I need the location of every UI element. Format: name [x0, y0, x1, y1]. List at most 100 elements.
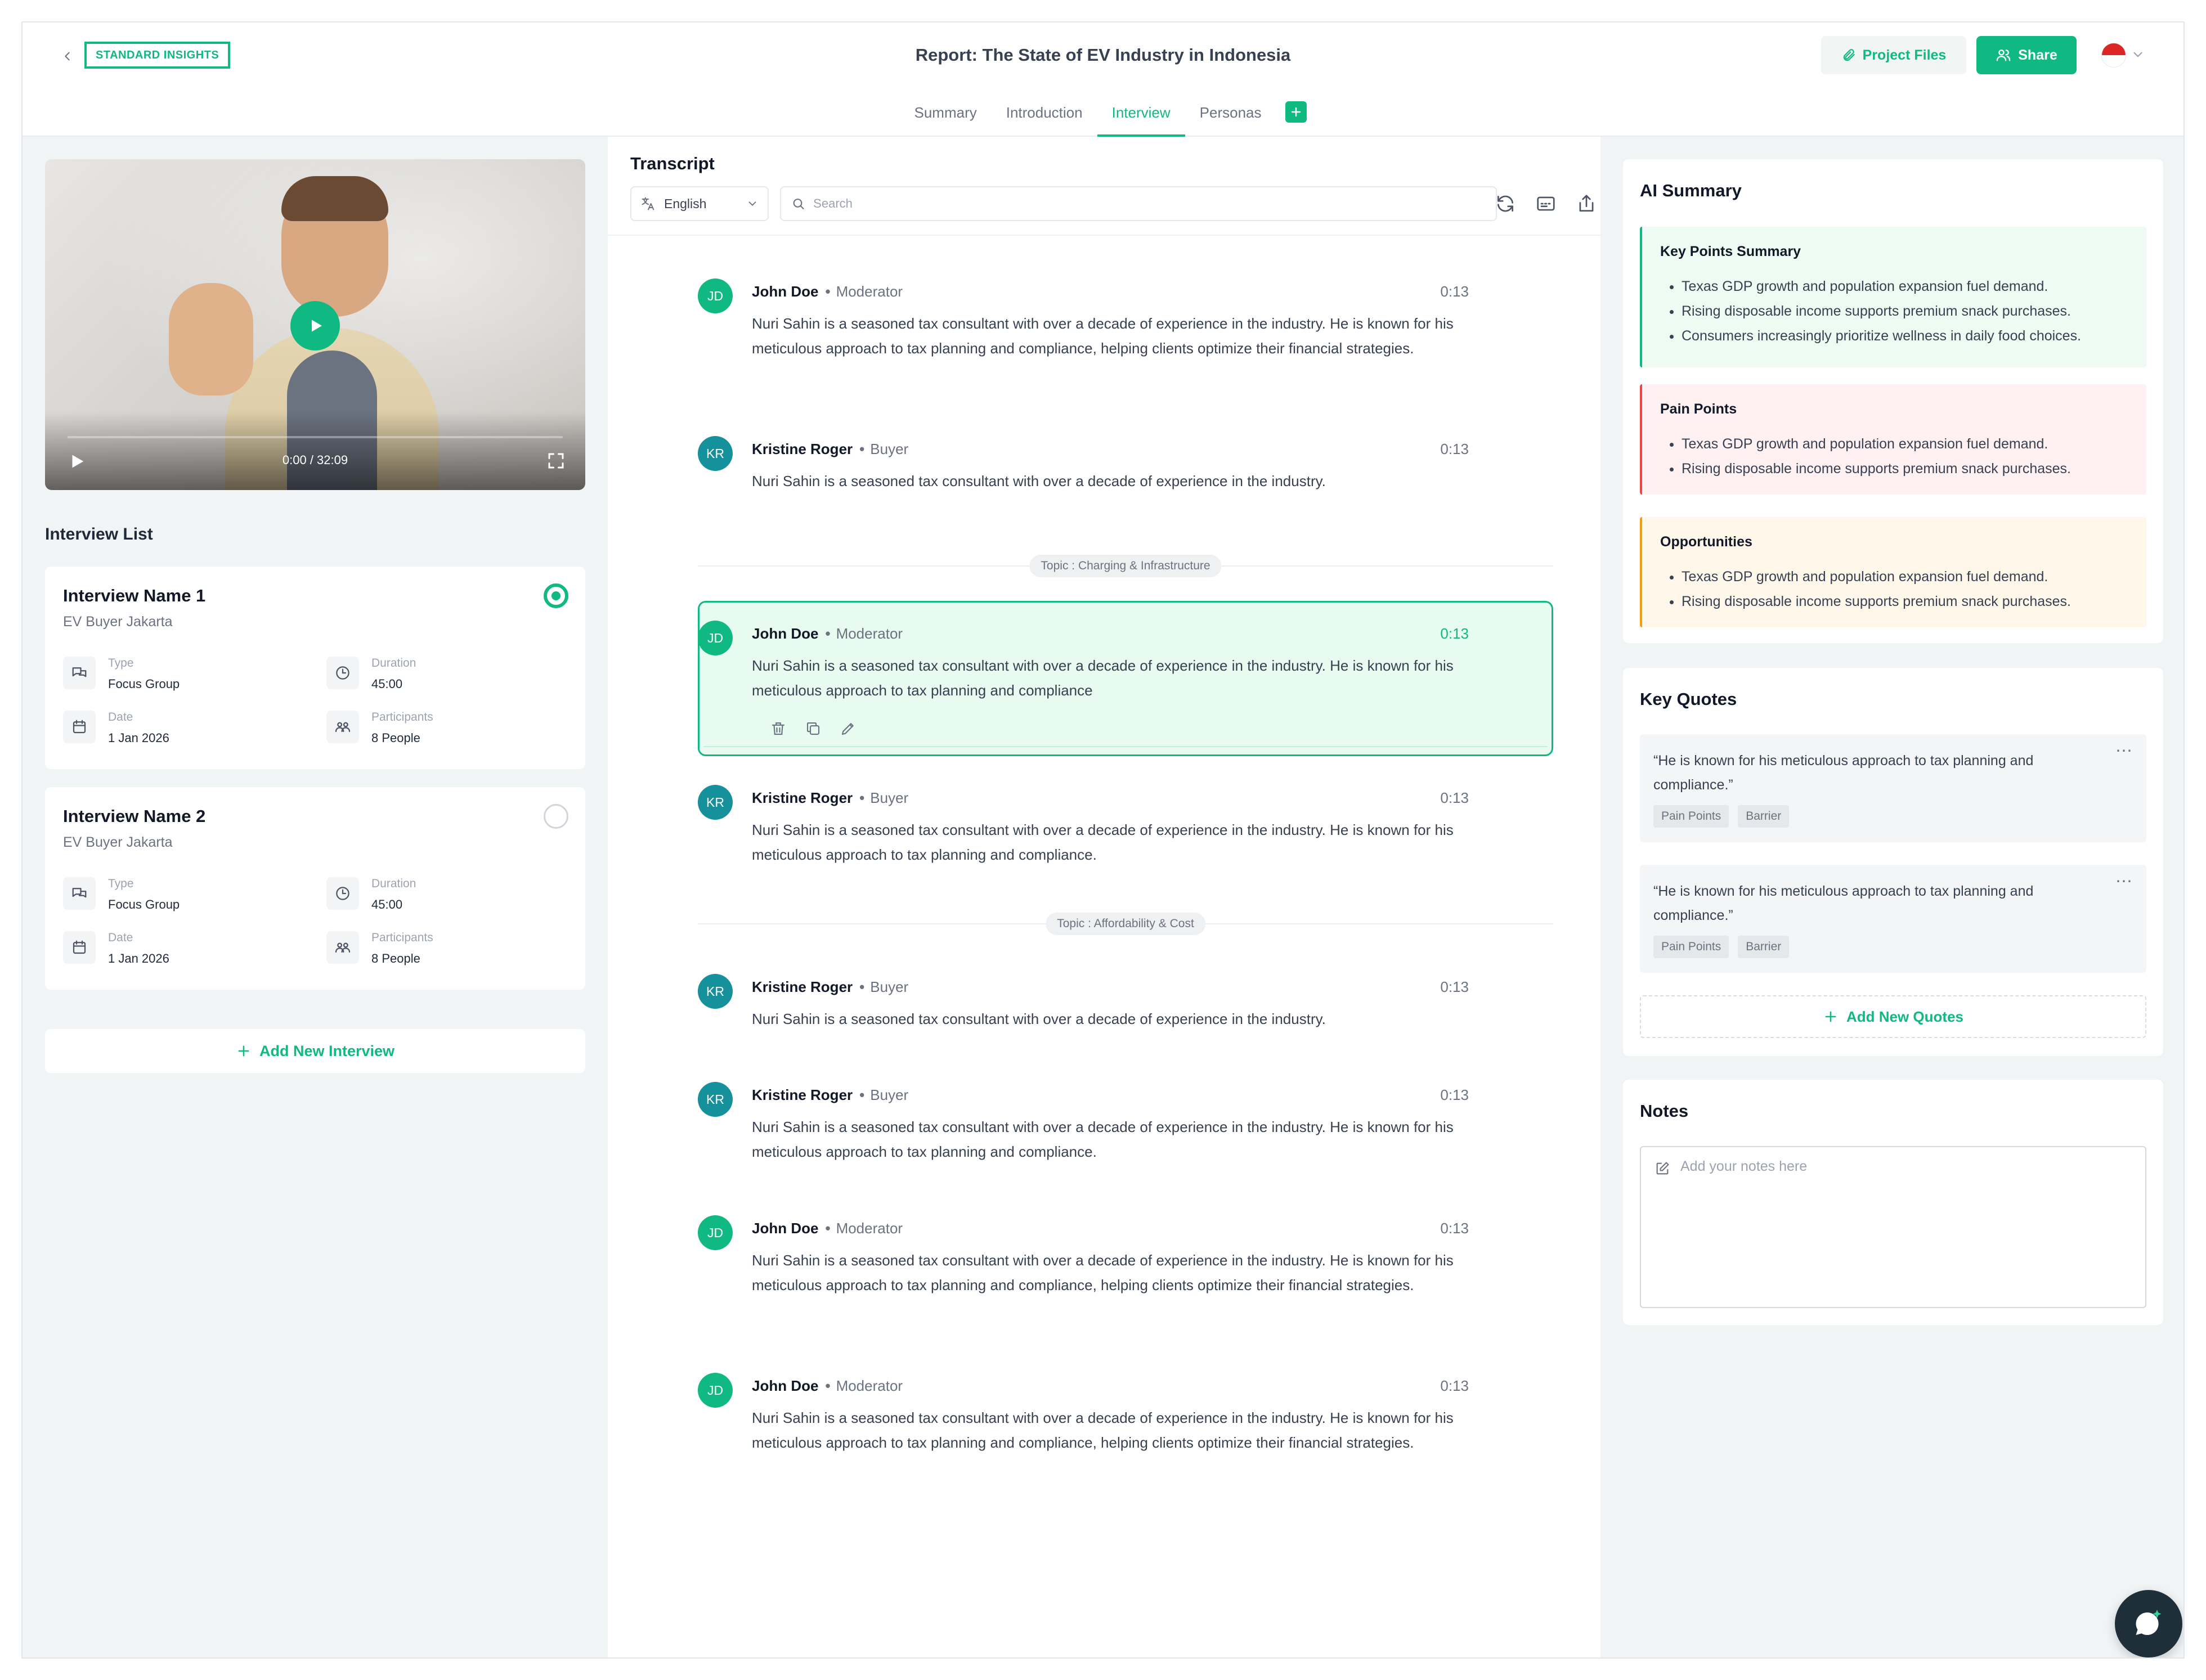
key-points-box: Key Points Summary Texas GDP growth and …: [1640, 227, 2146, 367]
video-frame-shape: [169, 283, 253, 396]
topic-label: Topic : Charging & Infrastructure: [1029, 555, 1222, 577]
speaker: John Doe • Moderator: [752, 283, 903, 300]
left-panel: 0:00 / 32:09 Interview List Interview Na…: [23, 137, 608, 1657]
tag[interactable]: Barrier: [1738, 936, 1790, 958]
copy-icon[interactable]: [805, 720, 822, 737]
tab-introduction[interactable]: Introduction: [992, 101, 1097, 137]
interview-subtitle: EV Buyer Jakarta: [63, 614, 173, 630]
quote-card[interactable]: “He is known for his meticulous approach…: [1640, 865, 2146, 973]
interview-card[interactable]: Interview Name 1 EV Buyer Jakarta Type Fo…: [45, 567, 585, 769]
speaker: Kristine Roger • Buyer: [752, 789, 908, 807]
key-points-title: Key Points Summary: [1660, 244, 1801, 259]
more-options-icon[interactable]: ⋯: [2115, 872, 2133, 891]
meta-label: Type: [108, 877, 134, 890]
list-item: Rising disposable income supports premiu…: [1682, 589, 2071, 614]
highlight-divider: [703, 746, 1548, 747]
notes-input[interactable]: [1680, 1158, 2131, 1293]
message-text: Nuri Sahin is a seasoned tax consultant …: [752, 657, 1454, 699]
meta-label: Participants: [371, 711, 433, 724]
pencil-icon[interactable]: [840, 720, 857, 737]
tag[interactable]: Pain Points: [1653, 936, 1729, 958]
speaker-name: John Doe: [752, 283, 819, 300]
project-files-button[interactable]: Project Files: [1821, 36, 1966, 74]
video-progress-bar[interactable]: [68, 436, 563, 438]
notes-field[interactable]: [1640, 1146, 2146, 1308]
meta-label: Duration: [371, 657, 416, 670]
trash-icon[interactable]: [770, 720, 787, 737]
meta-date: Date 1 Jan 2026: [63, 711, 169, 745]
speaker-role: Buyer: [870, 441, 909, 457]
chat-icon: [63, 657, 96, 689]
tab-summary[interactable]: Summary: [899, 101, 991, 137]
opportunities-title: Opportunities: [1660, 534, 1752, 550]
avatar: JD: [698, 1373, 733, 1408]
speaker-role: Moderator: [836, 283, 903, 300]
tab-personas[interactable]: Personas: [1185, 101, 1276, 137]
interview-card[interactable]: Interview Name 2 EV Buyer Jakarta Type Fo…: [45, 787, 585, 990]
meta-label: Duration: [371, 877, 416, 890]
timestamp[interactable]: 0:13: [1440, 1086, 1469, 1104]
separator-dot: •: [825, 283, 831, 300]
timestamp[interactable]: 0:13: [1440, 1220, 1469, 1237]
speaker-name: Kristine Roger: [752, 1086, 853, 1103]
transcript-title: Transcript: [630, 154, 715, 173]
toolbar-divider: [608, 235, 1600, 236]
speaker-name: John Doe: [752, 625, 819, 642]
tab-interview[interactable]: Interview: [1097, 101, 1185, 137]
quote-text: “He is known for his meticulous approach…: [1653, 753, 2034, 793]
add-interview-button[interactable]: Add New Interview: [45, 1029, 585, 1073]
share-button[interactable]: Share: [1976, 36, 2077, 74]
timestamp[interactable]: 0:13: [1440, 978, 1469, 996]
interview-select-radio[interactable]: [544, 804, 568, 829]
transcript-search[interactable]: [780, 186, 1497, 221]
ai-summary-title: AI Summary: [1640, 181, 1742, 200]
interview-select-radio[interactable]: [544, 583, 568, 608]
add-interview-label: Add New Interview: [259, 1042, 395, 1059]
speaker: Kristine Roger • Buyer: [752, 441, 908, 458]
timestamp[interactable]: 0:13: [1440, 283, 1469, 300]
speaker-role: Buyer: [870, 978, 909, 995]
timestamp[interactable]: 0:13: [1440, 625, 1469, 643]
list-item: Consumers increasingly prioritize wellne…: [1682, 324, 2081, 348]
chevron-down-icon[interactable]: [2131, 47, 2145, 62]
speaker-role: Moderator: [836, 1220, 903, 1237]
tag[interactable]: Barrier: [1738, 805, 1790, 828]
assistant-chat-button[interactable]: [2115, 1590, 2182, 1657]
search-input[interactable]: [813, 196, 1486, 211]
project-files-label: Project Files: [1862, 47, 1947, 63]
video-player[interactable]: 0:00 / 32:09: [45, 159, 585, 490]
tag[interactable]: Pain Points: [1653, 805, 1729, 828]
list-item: Rising disposable income supports premiu…: [1682, 299, 2081, 324]
edit-note-icon: [1656, 1162, 1669, 1175]
users-icon: [1997, 50, 2011, 61]
language-flag-button[interactable]: [2101, 43, 2126, 68]
list-item: Texas GDP growth and population expansio…: [1682, 564, 2071, 589]
fullscreen-icon[interactable]: [546, 451, 566, 471]
speaker-name: Kristine Roger: [752, 789, 853, 806]
export-icon[interactable]: [1576, 193, 1597, 214]
people-icon: [326, 711, 359, 743]
meta-value: 8 People: [371, 731, 420, 745]
key-quotes-panel: Key Quotes “He is known for his meticulo…: [1623, 668, 2163, 1056]
more-options-icon[interactable]: ⋯: [2115, 741, 2133, 761]
avatar: KR: [698, 1082, 733, 1117]
timestamp[interactable]: 0:13: [1440, 441, 1469, 458]
meta-type: Type Focus Group: [63, 657, 180, 691]
video-controls-gradient: [45, 411, 585, 490]
caption-icon[interactable]: [1535, 193, 1557, 214]
opportunities-box: Opportunities Texas GDP growth and popul…: [1640, 517, 2146, 627]
add-tab-button[interactable]: [1285, 101, 1307, 123]
add-quotes-button[interactable]: Add New Quotes: [1640, 995, 2146, 1038]
quote-card[interactable]: “He is known for his meticulous approach…: [1640, 734, 2146, 842]
speaker-name: John Doe: [752, 1377, 819, 1394]
key-quotes-title: Key Quotes: [1640, 689, 1737, 709]
play-overlay-button[interactable]: [290, 301, 340, 351]
people-icon: [326, 931, 359, 964]
timestamp[interactable]: 0:13: [1440, 789, 1469, 807]
meta-label: Date: [108, 931, 133, 944]
calendar-icon: [63, 931, 96, 964]
timestamp[interactable]: 0:13: [1440, 1377, 1469, 1395]
refresh-icon[interactable]: [1495, 193, 1516, 214]
language-select[interactable]: English: [630, 186, 769, 221]
clock-icon: [326, 657, 359, 689]
